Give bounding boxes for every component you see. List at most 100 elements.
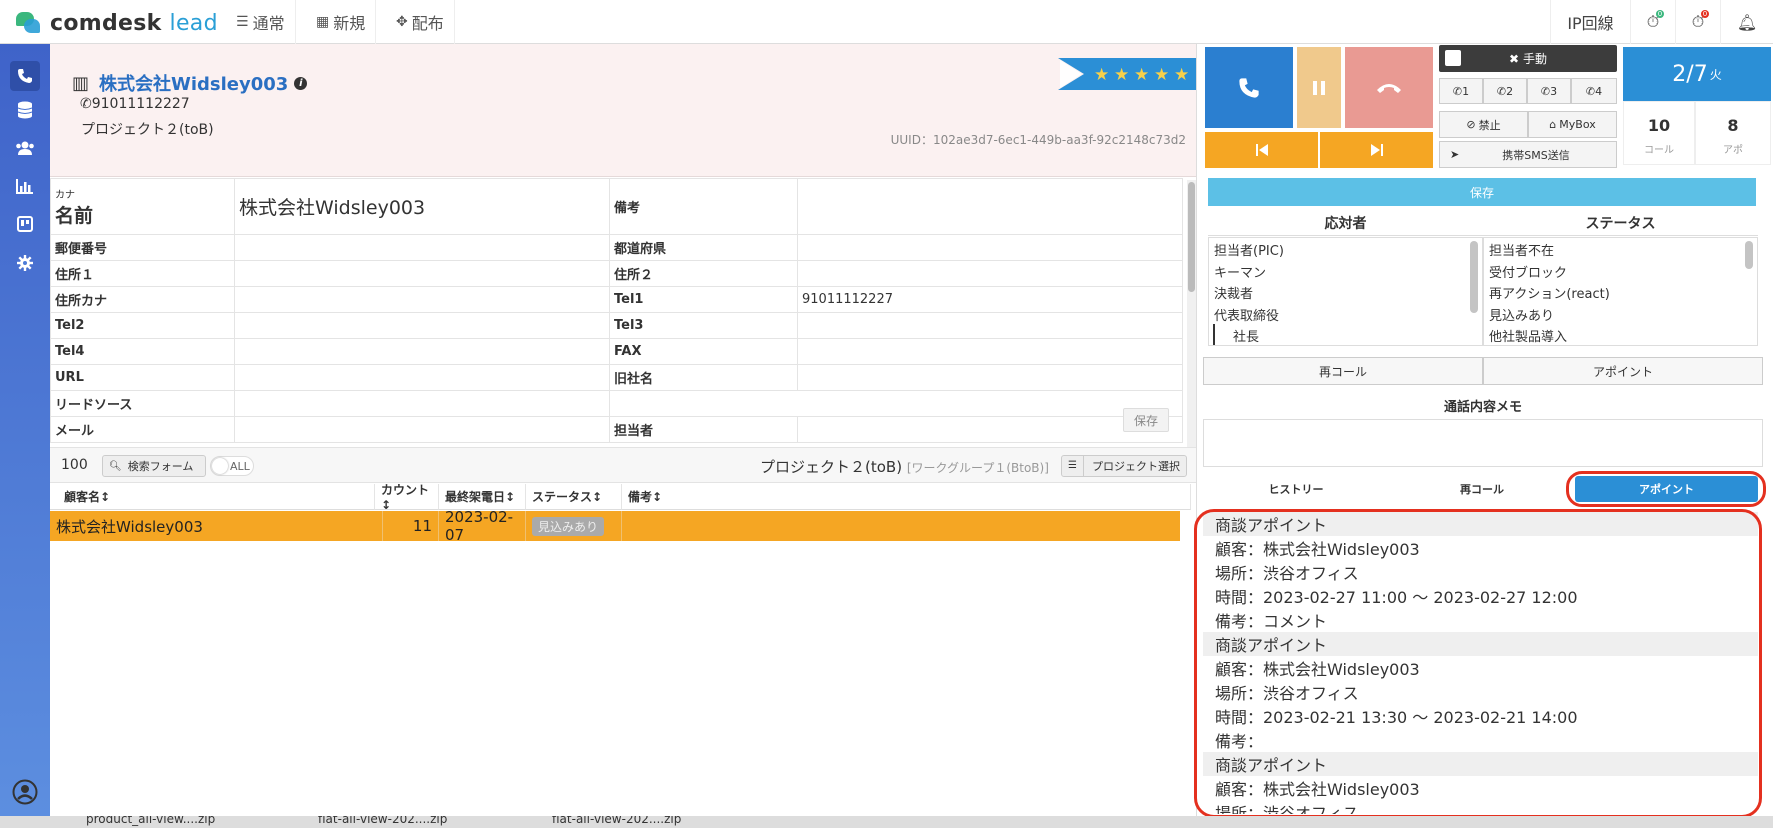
close-icon: ✖: [1508, 51, 1520, 66]
customer-name[interactable]: ▥ 株式会社Widsley003 i: [72, 70, 308, 96]
all-toggle[interactable]: ALL: [210, 456, 254, 476]
col-status[interactable]: ステータス↕: [526, 484, 622, 510]
field-input[interactable]: [234, 390, 610, 417]
app-logo[interactable]: comdesk lead: [14, 8, 218, 38]
call-memo-input[interactable]: [1203, 419, 1763, 467]
sidebar-board[interactable]: [10, 209, 40, 239]
line-label: 3: [1550, 84, 1558, 98]
mybox-button[interactable]: ⌂ MyBox: [1528, 111, 1617, 138]
line-1-button[interactable]: ✆ 1: [1439, 78, 1483, 104]
field-label: Tel3: [609, 312, 798, 339]
list-item[interactable]: 代表取締役: [1209, 303, 1482, 325]
customer-name-text: 株式会社Widsley003: [99, 74, 289, 95]
sidebar-settings[interactable]: [10, 248, 40, 278]
sidebar-database[interactable]: [10, 95, 40, 125]
field-input[interactable]: [797, 338, 1183, 365]
status-list[interactable]: 担当者不在 受付ブロック 再アクション(react) 見込みあり 他社製品導入: [1483, 237, 1758, 346]
field-input[interactable]: [234, 286, 610, 313]
hold-button[interactable]: [1297, 47, 1341, 128]
logo-sub: lead: [169, 10, 218, 36]
save-button[interactable]: 保存: [1208, 178, 1756, 206]
info-icon[interactable]: i: [294, 76, 308, 90]
field-input[interactable]: [234, 312, 610, 339]
row-customer-name[interactable]: 株式会社Widsley003: [50, 511, 383, 541]
nav-normal[interactable]: ☰ 通常: [226, 0, 296, 44]
list-item[interactable]: 再アクション(react): [1484, 281, 1757, 303]
name-field[interactable]: 株式会社Widsley003: [234, 178, 610, 235]
save-detail-button[interactable]: 保存: [1123, 408, 1169, 432]
bell-button[interactable]: 🔔︎: [1720, 0, 1773, 44]
field-label: メール: [50, 416, 235, 443]
appoint-button[interactable]: アポイント: [1483, 357, 1763, 385]
list-item[interactable]: 担当者不在: [1484, 238, 1757, 260]
bell-icon: 🔔︎: [1736, 12, 1758, 32]
tel1-field[interactable]: 91011112227: [797, 286, 1183, 313]
all-toggle-label: ALL: [230, 460, 250, 473]
manual-toggle[interactable]: ✖ 手動: [1439, 45, 1617, 72]
respondent-scrollbar[interactable]: [1470, 241, 1478, 313]
memo-field[interactable]: [797, 178, 1183, 235]
timer-b-button[interactable]: ⏱ 0: [1675, 0, 1720, 44]
list-item[interactable]: 決裁者: [1209, 281, 1482, 303]
rating-stars[interactable]: ★ ★ ★ ★ ★: [1058, 54, 1196, 94]
line-3-button[interactable]: ✆ 3: [1527, 78, 1571, 104]
field-input[interactable]: [797, 364, 1183, 391]
detail-scrollbar[interactable]: [1187, 180, 1196, 448]
list-item[interactable]: 担当者(PIC): [1209, 238, 1482, 260]
field-input[interactable]: [234, 364, 610, 391]
sms-button[interactable]: ➤ 携帯SMS送信: [1439, 141, 1617, 168]
sidebar-profile[interactable]: [10, 777, 40, 807]
field-input[interactable]: [234, 260, 610, 287]
logo-icon: [14, 10, 42, 36]
respondent-list[interactable]: 担当者(PIC) キーマン 決裁者 代表取締役 社長: [1208, 237, 1483, 346]
tab-recall[interactable]: 再コール: [1389, 476, 1575, 502]
sidebar-users[interactable]: [10, 133, 40, 163]
list-item[interactable]: 受付ブロック: [1484, 260, 1757, 282]
status-scrollbar[interactable]: [1745, 241, 1753, 269]
line-2-button[interactable]: ✆ 2: [1483, 78, 1527, 104]
nav-distribute[interactable]: ✥ 配布: [386, 0, 455, 44]
field-blank: [609, 390, 1183, 417]
manual-checkbox[interactable]: [1445, 50, 1461, 66]
timer-a-button[interactable]: ⏱ 0: [1630, 0, 1675, 44]
field-label: FAX: [609, 338, 798, 365]
next-button[interactable]: [1320, 132, 1433, 168]
hangup-button[interactable]: [1345, 47, 1433, 128]
ban-button[interactable]: ⊘ 禁止: [1439, 111, 1528, 138]
col-customer-name[interactable]: 顧客名↕: [50, 484, 375, 510]
sidebar-chart[interactable]: [10, 171, 40, 201]
download-item[interactable]: flat-all-view-202....zip: [552, 816, 681, 826]
list-item[interactable]: 見込みあり: [1484, 303, 1757, 325]
project-select-label: プロジェクト選択: [1092, 460, 1180, 473]
field-label: 住所２: [609, 260, 798, 287]
field-input[interactable]: [234, 338, 610, 365]
sidebar-phone[interactable]: [10, 61, 40, 91]
line-4-button[interactable]: ✆ 4: [1571, 78, 1617, 104]
highlight-outline-tab: [1566, 471, 1766, 507]
field-label: 都道府県: [609, 234, 798, 261]
list-toolbar: 100 🔍︎ 検索フォーム ALL プロジェクト２(toB) [ワークグループ１(…: [50, 447, 1196, 483]
download-item[interactable]: product_all-view....zip: [86, 816, 215, 826]
field-input[interactable]: [797, 234, 1183, 261]
search-form-button[interactable]: 🔍︎ 検索フォーム: [102, 455, 206, 477]
nav-new[interactable]: ▦ 新規: [306, 0, 377, 44]
field-input[interactable]: [797, 260, 1183, 287]
tab-history[interactable]: ヒストリー: [1203, 476, 1389, 502]
ip-line-button[interactable]: IP回線: [1550, 0, 1630, 44]
field-input[interactable]: [234, 234, 610, 261]
field-input[interactable]: [234, 416, 610, 443]
field-input[interactable]: [797, 312, 1183, 339]
col-count[interactable]: カウント↕: [375, 483, 439, 512]
col-memo[interactable]: 備考↕: [622, 484, 1191, 510]
recall-button[interactable]: 再コール: [1203, 357, 1483, 385]
col-last-call[interactable]: 最終架電日↕: [439, 484, 526, 510]
list-item[interactable]: キーマン: [1209, 260, 1482, 282]
list-item[interactable]: 社長: [1213, 324, 1482, 345]
badge-b: 0: [1701, 10, 1709, 18]
phone-small-icon: ✆: [80, 96, 92, 112]
list-item[interactable]: 他社製品導入: [1484, 324, 1757, 345]
download-item[interactable]: flat-all-view-202....zip: [318, 816, 447, 826]
prev-button[interactable]: [1205, 132, 1318, 168]
call-button[interactable]: [1205, 47, 1293, 128]
project-select-button[interactable]: ☰ プロジェクト選択: [1061, 455, 1187, 477]
